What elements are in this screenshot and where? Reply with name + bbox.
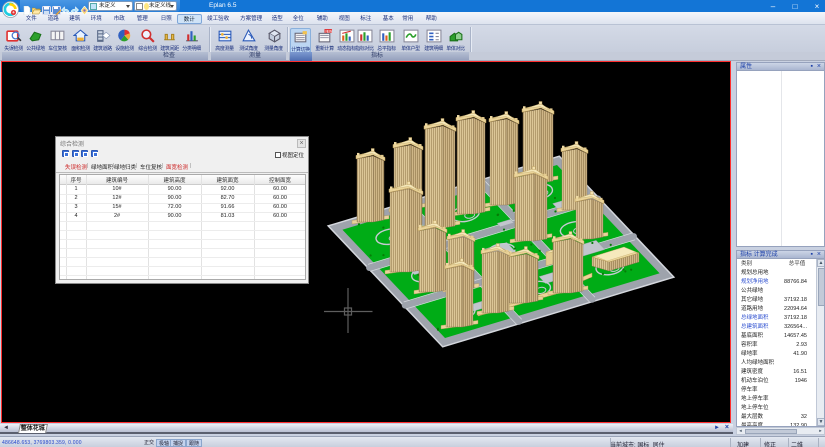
svg-text:NEW: NEW [325,29,332,33]
